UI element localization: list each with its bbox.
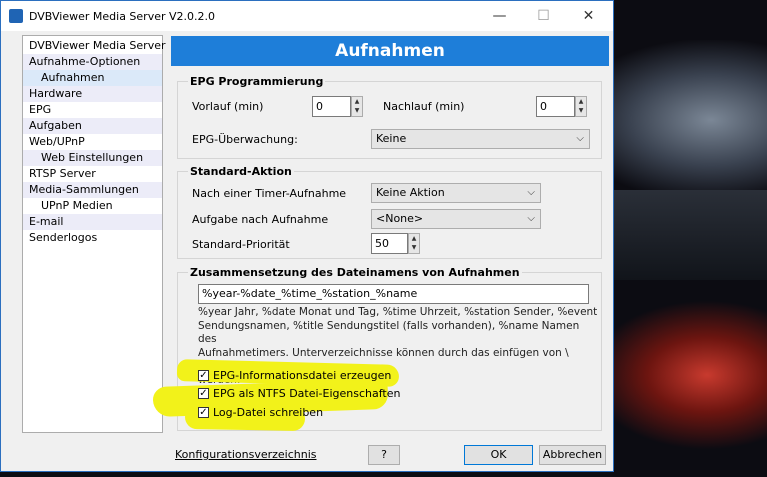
vorlauf-label: Vorlauf (min) [192, 100, 264, 113]
nav-item-epg[interactable]: EPG [23, 102, 162, 118]
title-bar[interactable]: DVBViewer Media Server V2.0.2.0 — ☐ ✕ [1, 1, 613, 31]
window-title: DVBViewer Media Server V2.0.2.0 [29, 10, 216, 23]
prioritaet-spin-arrows-icon[interactable]: ▲ ▼ [408, 233, 420, 254]
chevron-down-icon: ⌵ [527, 213, 535, 224]
aufgabe-value: <None> [376, 212, 424, 225]
option-label: EPG als NTFS Datei-Eigenschaften [213, 387, 401, 400]
prioritaet-label: Standard-Priorität [192, 238, 290, 251]
checkbox-checked-icon[interactable]: ✓ [198, 407, 209, 418]
dateiname-pattern-input[interactable]: %year-%date_%time_%station_%name [198, 284, 589, 304]
vorlauf-spin-arrows-icon[interactable]: ▲ ▼ [351, 96, 363, 117]
nav-item-senderlogos[interactable]: Senderlogos [23, 230, 162, 246]
background-ship-hull [607, 190, 767, 280]
close-button[interactable]: ✕ [566, 1, 611, 31]
nav-item-web-upnp[interactable]: Web/UPnP [23, 134, 162, 150]
nav-item-rtsp-server[interactable]: RTSP Server [23, 166, 162, 182]
nav-item-media-server[interactable]: DVBViewer Media Server [23, 38, 166, 54]
settings-window: DVBViewer Media Server V2.0.2.0 — ☐ ✕ DV… [0, 0, 614, 472]
timer-aufnahme-label: Nach einer Timer-Aufnahme [192, 187, 347, 200]
checkbox-checked-icon[interactable]: ✓ [198, 388, 209, 399]
epg-group-legend: EPG Programmierung [188, 75, 326, 88]
epg-ueberwachung-value: Keine [376, 132, 407, 145]
nav-item-email[interactable]: E-mail [23, 214, 162, 230]
nav-item-media-sammlungen[interactable]: Media-Sammlungen [23, 182, 162, 198]
background-red-light [587, 300, 767, 450]
cancel-button[interactable]: Abbrechen [539, 445, 606, 465]
nachlauf-spinner[interactable]: 0 ▲ ▼ [536, 96, 587, 117]
nav-item-aufnahmen[interactable]: Aufnahmen [23, 70, 162, 86]
nav-item-aufgaben[interactable]: Aufgaben [23, 118, 162, 134]
nachlauf-input[interactable]: 0 [536, 96, 575, 117]
epg-group: EPG Programmierung Vorlauf (min) 0 ▲ ▼ Na… [177, 75, 602, 159]
nav-item-aufnahme-optionen[interactable]: Aufnahme-Optionen [23, 54, 162, 70]
nav-item-web-einstellungen[interactable]: Web Einstellungen [23, 150, 162, 166]
dateiname-legend: Zusammensetzung des Dateinamens von Aufn… [188, 266, 522, 279]
option-label: Log-Datei schreiben [213, 406, 324, 419]
standard-aktion-group: Standard-Aktion Nach einer Timer-Aufnahm… [177, 165, 602, 259]
aufgabe-label: Aufgabe nach Aufnahme [192, 213, 329, 226]
prioritaet-spinner[interactable]: 50 ▲ ▼ [371, 233, 420, 254]
app-icon [9, 9, 23, 23]
timer-aufnahme-select[interactable]: Keine Aktion ⌵ [371, 183, 541, 203]
vorlauf-spinner[interactable]: 0 ▲ ▼ [312, 96, 363, 117]
vorlauf-input[interactable]: 0 [312, 96, 351, 117]
nachlauf-spin-arrows-icon[interactable]: ▲ ▼ [575, 96, 587, 117]
epg-ueberwachung-label: EPG-Überwachung: [192, 133, 298, 146]
aufgabe-select[interactable]: <None> ⌵ [371, 209, 541, 229]
standard-aktion-legend: Standard-Aktion [188, 165, 294, 178]
chevron-down-icon: ⌵ [527, 187, 535, 198]
minimize-button[interactable]: — [477, 1, 522, 31]
settings-tree[interactable]: DVBViewer Media Server Aufnahme-Optionen… [22, 35, 166, 433]
help-button[interactable]: ? [368, 445, 400, 465]
nav-item-upnp-medien[interactable]: UPnP Medien [23, 198, 162, 214]
maximize-button[interactable]: ☐ [521, 1, 566, 31]
chevron-down-icon: ⌵ [576, 133, 584, 144]
ok-button[interactable]: OK [464, 445, 533, 465]
timer-aufnahme-value: Keine Aktion [376, 186, 445, 199]
option-label: EPG-Informationsdatei erzeugen [213, 369, 392, 382]
prioritaet-input[interactable]: 50 [371, 233, 408, 254]
epg-ueberwachung-select[interactable]: Keine ⌵ [371, 129, 590, 149]
konfigurationsverzeichnis-link[interactable]: Konfigurationsverzeichnis [175, 448, 317, 461]
page-title: Aufnahmen [171, 36, 609, 66]
description-line: Sendungsnamen, %title Sendungstitel (fal… [198, 319, 580, 346]
description-line: %year Jahr, %date Monat und Tag, %time U… [198, 306, 598, 318]
nav-item-hardware[interactable]: Hardware [23, 86, 162, 102]
checkbox-checked-icon[interactable]: ✓ [198, 370, 209, 381]
nachlauf-label: Nachlauf (min) [383, 100, 465, 113]
